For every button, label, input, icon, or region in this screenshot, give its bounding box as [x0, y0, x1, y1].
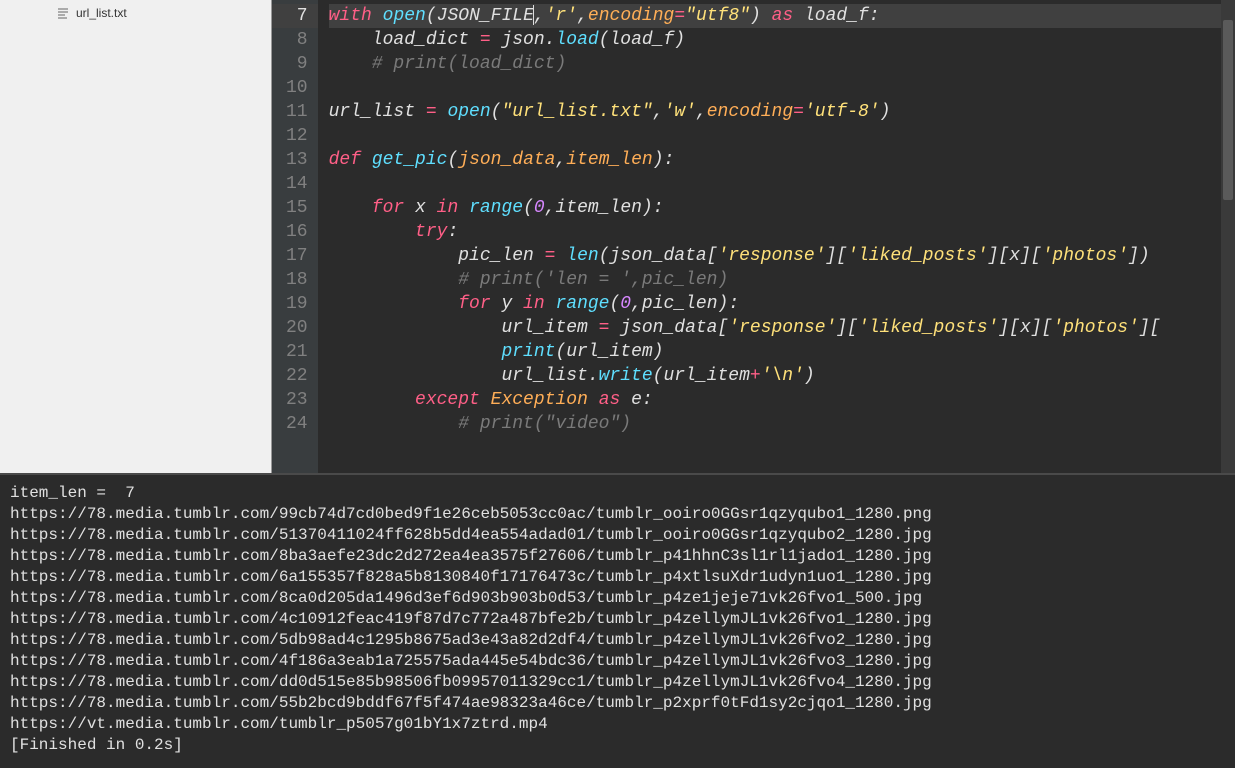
line-number: 24 [286, 412, 308, 436]
code-line[interactable]: print(url_item) [329, 340, 1235, 364]
output-line: https://78.media.tumblr.com/51370411024f… [10, 525, 1225, 546]
output-line: [Finished in 0.2s] [10, 735, 1225, 756]
editor-scrollbar[interactable] [1221, 0, 1235, 473]
line-number: 9 [286, 52, 308, 76]
code-line[interactable]: try: [329, 220, 1235, 244]
line-number: 14 [286, 172, 308, 196]
output-panel[interactable]: item_len = 7https://78.media.tumblr.com/… [0, 475, 1235, 768]
line-gutter: 789101112131415161718192021222324 [272, 0, 319, 473]
code-line[interactable]: load_dict = json.load(load_f) [329, 28, 1235, 52]
code-area[interactable]: with open(JSON_FILE,'r',encoding="utf8")… [319, 0, 1235, 473]
line-number: 12 [286, 124, 308, 148]
file-sidebar[interactable]: url_list.txt [0, 0, 272, 473]
line-number: 16 [286, 220, 308, 244]
code-line[interactable]: except Exception as e: [329, 388, 1235, 412]
file-item-url-list[interactable]: url_list.txt [0, 4, 271, 22]
code-line[interactable]: # print(load_dict) [329, 52, 1235, 76]
code-line[interactable]: # print('len = ',pic_len) [329, 268, 1235, 292]
line-number: 22 [286, 364, 308, 388]
output-line: item_len = 7 [10, 483, 1225, 504]
output-line: https://78.media.tumblr.com/4f186a3eab1a… [10, 651, 1225, 672]
code-line[interactable]: # print("video") [329, 412, 1235, 436]
code-line[interactable]: with open(JSON_FILE,'r',encoding="utf8")… [329, 4, 1235, 28]
line-number: 7 [272, 4, 318, 28]
code-line[interactable]: def get_pic(json_data,item_len): [329, 148, 1235, 172]
code-line[interactable]: url_item = json_data['response']['liked_… [329, 316, 1235, 340]
code-line[interactable] [329, 124, 1235, 148]
output-line: https://78.media.tumblr.com/5db98ad4c129… [10, 630, 1225, 651]
code-line[interactable]: url_list.write(url_item+'\n') [329, 364, 1235, 388]
output-line: https://78.media.tumblr.com/8ca0d205da14… [10, 588, 1225, 609]
output-line: https://78.media.tumblr.com/8ba3aefe23dc… [10, 546, 1225, 567]
line-number: 23 [286, 388, 308, 412]
output-line: https://vt.media.tumblr.com/tumblr_p5057… [10, 714, 1225, 735]
code-line[interactable]: for x in range(0,item_len): [329, 196, 1235, 220]
code-editor[interactable]: 789101112131415161718192021222324 with o… [272, 0, 1235, 473]
code-line[interactable] [329, 76, 1235, 100]
code-line[interactable]: for y in range(0,pic_len): [329, 292, 1235, 316]
line-number: 19 [286, 292, 308, 316]
line-number: 18 [286, 268, 308, 292]
line-number: 17 [286, 244, 308, 268]
line-number: 11 [286, 100, 308, 124]
line-number: 15 [286, 196, 308, 220]
output-line: https://78.media.tumblr.com/4c10912feac4… [10, 609, 1225, 630]
output-line: https://78.media.tumblr.com/6a155357f828… [10, 567, 1225, 588]
output-line: https://78.media.tumblr.com/dd0d515e85b9… [10, 672, 1225, 693]
file-item-label: url_list.txt [76, 6, 127, 20]
code-line[interactable] [329, 172, 1235, 196]
line-number: 13 [286, 148, 308, 172]
top-pane: url_list.txt 789101112131415161718192021… [0, 0, 1235, 475]
line-number: 8 [286, 28, 308, 52]
line-number: 21 [286, 340, 308, 364]
line-number: 20 [286, 316, 308, 340]
output-line: https://78.media.tumblr.com/55b2bcd9bddf… [10, 693, 1225, 714]
output-line: https://78.media.tumblr.com/99cb74d7cd0b… [10, 504, 1225, 525]
line-number: 10 [286, 76, 308, 100]
code-line[interactable]: url_list = open("url_list.txt",'w',encod… [329, 100, 1235, 124]
code-line[interactable]: pic_len = len(json_data['response']['lik… [329, 244, 1235, 268]
scrollbar-thumb[interactable] [1223, 20, 1233, 200]
text-lines-icon [56, 6, 70, 20]
